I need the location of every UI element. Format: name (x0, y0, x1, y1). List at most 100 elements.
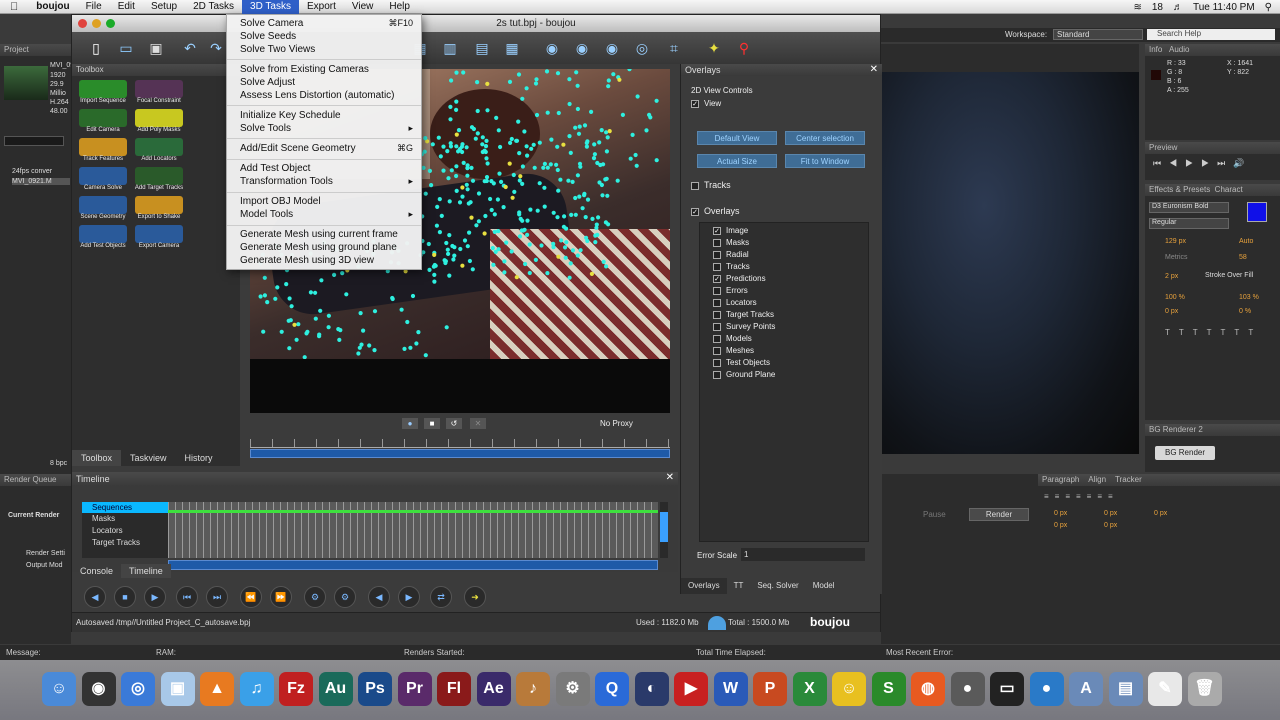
dock-icon-media[interactable]: ▶ (674, 672, 708, 706)
globe-rotate-icon[interactable]: ◉ (572, 38, 592, 58)
menu-item-solve-camera[interactable]: Solve Camera ⌘F10 (240, 18, 413, 29)
bpc-label[interactable]: 8 bpc (50, 460, 67, 467)
overlay-checkbox[interactable] (713, 358, 721, 367)
menu-item-solve-seeds[interactable]: Solve Seeds (240, 31, 413, 42)
overlays-checkbox[interactable]: ✓ Overlays (691, 206, 740, 216)
overlay-checkbox[interactable] (713, 286, 721, 295)
font-style-select[interactable]: Regular (1149, 218, 1229, 229)
workspace-select[interactable]: Standard (1053, 29, 1143, 40)
rewind-icon[interactable]: ⏪ (240, 586, 262, 608)
align-buttons[interactable]: ≡≡≡≡≡≡≡ (1044, 492, 1119, 501)
overlay-item-tracks[interactable]: Tracks (713, 262, 750, 271)
prev-key-icon[interactable]: ⏮ (176, 586, 198, 608)
tracking-value[interactable]: 58 (1239, 254, 1247, 261)
menu-item-solve-from-existing-cameras[interactable]: Solve from Existing Cameras (240, 64, 413, 75)
preview-tab[interactable]: Preview (1145, 142, 1280, 154)
tool-add-test-objects[interactable]: Add Test Objects (76, 225, 130, 253)
dock-icon-vlc[interactable]: ▲ (200, 672, 234, 706)
overlay-item-ground-plane[interactable]: Ground Plane (713, 370, 775, 379)
tool-edit-camera[interactable]: Edit Camera (76, 109, 130, 137)
tool-export-camera[interactable]: Export Camera (132, 225, 186, 253)
center-selection-button[interactable]: Center selection (785, 131, 865, 145)
tracks-check[interactable] (691, 181, 699, 190)
fast-forward-icon[interactable]: ⏩ (270, 586, 292, 608)
baseline-shift[interactable]: 0 px (1165, 308, 1178, 315)
render-button[interactable]: Render (969, 508, 1029, 521)
layer-masks[interactable]: Masks (82, 513, 168, 525)
stroke-width[interactable]: 2 px (1165, 273, 1178, 280)
apple-menu-icon[interactable]:  (0, 0, 28, 14)
paragraph-tab[interactable]: Paragraph (1042, 475, 1079, 484)
dock-icon-rec[interactable]: ● (950, 672, 985, 706)
tab-seq-solver[interactable]: Seq. Solver (750, 578, 805, 594)
dock-icon-filezilla[interactable]: Fz (279, 672, 313, 706)
overlay-checkbox[interactable] (713, 238, 721, 247)
overlay-checkbox[interactable]: ✓ (713, 226, 721, 235)
overlay-checkbox[interactable] (713, 370, 721, 379)
menu-item-generate-mesh-using-current-frame[interactable]: Generate Mesh using current frame (240, 229, 413, 240)
menu-item-solve-adjust[interactable]: Solve Adjust (240, 77, 413, 88)
para-space-2[interactable]: 0 px (1104, 522, 1117, 529)
overlay-item-models[interactable]: Models (713, 334, 752, 343)
layout-split-icon[interactable]: ▥ (440, 38, 460, 58)
view-checkbox[interactable]: ✓ View (691, 99, 721, 108)
dock-icon-cinema-4d[interactable]: ◐ (634, 672, 669, 706)
fit-to-window-button[interactable]: Fit to Window (785, 154, 865, 168)
menu-item-solve-two-views[interactable]: Solve Two Views (240, 44, 413, 55)
tool-add-locators[interactable]: Add Locators (132, 138, 186, 166)
overlay-checkbox[interactable] (713, 298, 721, 307)
character-tab-label[interactable]: Charact (1215, 185, 1243, 194)
menu-item-import-obj-model[interactable]: Import OBJ Model (240, 196, 413, 207)
new-file-icon[interactable]: ▯ (86, 38, 106, 58)
play-icon[interactable]: ● (402, 418, 418, 429)
render-settings-label[interactable]: Render Setti (26, 550, 65, 557)
tab-taskview[interactable]: Taskview (121, 450, 176, 466)
globe-view-icon[interactable]: ◉ (542, 38, 562, 58)
settings-icon[interactable]: ⚙ (304, 586, 326, 608)
info-tab-label[interactable]: Info (1149, 45, 1162, 54)
tool-focal-constraint[interactable]: Focal Constraint (132, 80, 186, 108)
dock-icon-textedit[interactable]: ✎ (1148, 672, 1182, 706)
menu-item-generate-mesh-using-ground-plane[interactable]: Generate Mesh using ground plane (240, 242, 413, 253)
menu-item-assess-lens-distortion-automatic-[interactable]: Assess Lens Distortion (automatic) (240, 90, 413, 101)
tracks-checkbox[interactable]: Tracks (691, 180, 731, 190)
overlay-item-errors[interactable]: Errors (713, 286, 748, 295)
notification-badge[interactable]: 18 (1152, 2, 1163, 13)
overlay-item-predictions[interactable]: ✓ Predictions (713, 274, 766, 283)
dock-icon-pr[interactable]: Pr (397, 672, 432, 706)
overlay-checkbox[interactable]: ✓ (713, 274, 721, 283)
layout-rows-icon[interactable]: ▤ (472, 38, 492, 58)
frame-select-icon[interactable]: ⌗ (664, 38, 684, 58)
bg-render-button[interactable]: BG Render (1155, 446, 1215, 460)
dock-icon-ae[interactable]: Ae (476, 672, 511, 706)
effects-tab-label[interactable]: Effects & Presets (1149, 185, 1210, 194)
dock-icon-safari[interactable]: ◎ (121, 672, 155, 706)
layer-locators[interactable]: Locators (82, 525, 168, 537)
align-tab[interactable]: Align (1088, 475, 1106, 484)
pause-button[interactable]: Pause (923, 510, 946, 519)
menu-item-add-test-object[interactable]: Add Test Object (240, 163, 413, 174)
dock-icon-preview[interactable]: ▣ (160, 672, 195, 706)
overlay-item-radial[interactable]: Radial (713, 250, 749, 259)
font-select[interactable]: D3 Euronism Bold (1149, 202, 1229, 213)
overlay-item-masks[interactable]: Masks (713, 238, 749, 247)
dock-icon-excel[interactable]: X (792, 672, 827, 706)
timeline-scrollbar[interactable] (660, 502, 668, 558)
tab-timeline[interactable]: Timeline (121, 564, 171, 578)
stop-icon[interactable]: ■ (424, 418, 440, 429)
tab-toolbox[interactable]: Toolbox (72, 450, 122, 466)
bg-renderer-tab[interactable]: BG Renderer 2 (1145, 424, 1280, 436)
font-size-value[interactable]: 129 px (1165, 238, 1186, 245)
tool-track-features[interactable]: Track Features (76, 138, 130, 166)
project-list-item[interactable]: MVI_0921.M (12, 178, 70, 185)
play-icon[interactable]: ▶ (144, 586, 166, 608)
audio-tab-label[interactable]: Audio (1169, 45, 1189, 54)
error-scale-input[interactable]: 1 (741, 548, 865, 561)
dock-icon-trash[interactable]: 🗑 (1187, 672, 1222, 706)
render-queue-tab[interactable]: Render Queue (0, 474, 71, 486)
tab-tt[interactable]: TT (727, 578, 751, 594)
globe-orbit-icon[interactable]: ◎ (632, 38, 652, 58)
undo-icon[interactable]: ↶ (180, 38, 200, 58)
tools-icon[interactable]: ✕ (470, 418, 486, 429)
dock-icon-system-preferences[interactable]: ⚙ (555, 672, 590, 706)
